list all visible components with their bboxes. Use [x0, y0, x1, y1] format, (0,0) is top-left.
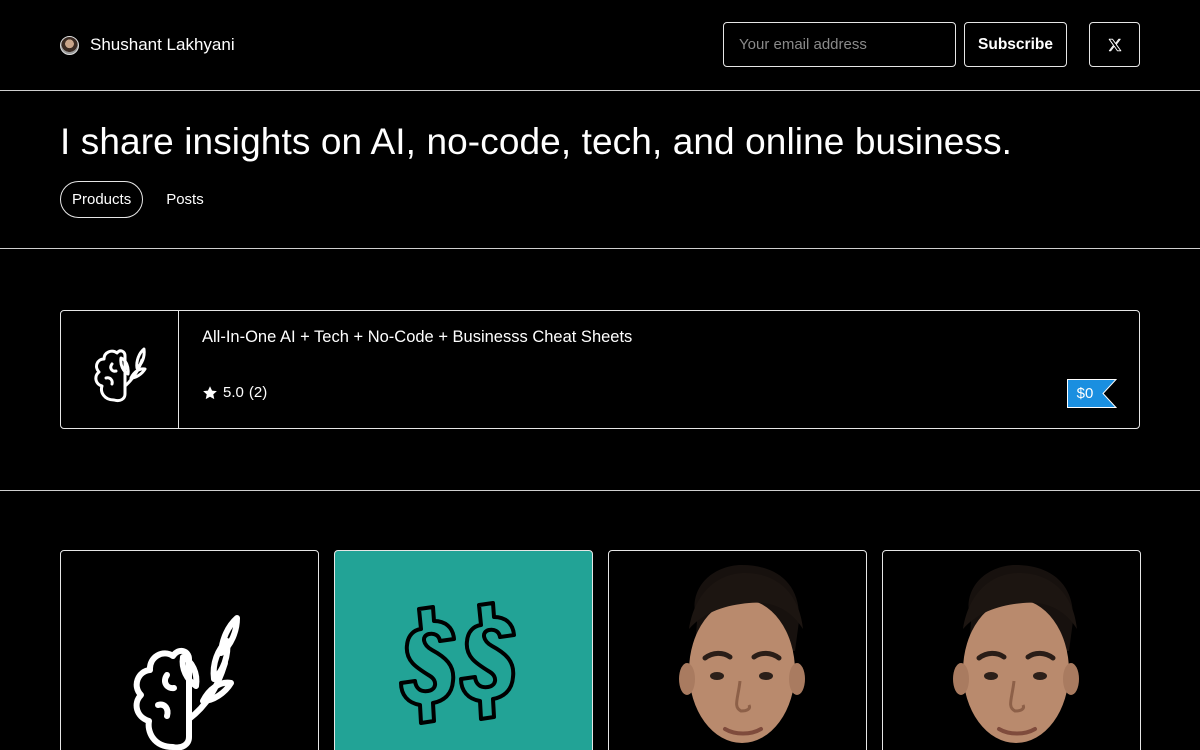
featured-product-title: All-In-One AI + Tech + No-Code + Busines… — [202, 328, 633, 346]
product-card[interactable] — [60, 550, 319, 750]
product-card[interactable] — [608, 550, 867, 750]
product-rating: 5.0 (2) — [202, 384, 267, 401]
brain-leaf-icon — [93, 347, 146, 402]
author-brand[interactable]: Shushant Lakhyani — [60, 34, 235, 56]
avatar — [60, 35, 79, 55]
portrait-photo — [953, 564, 1079, 743]
subscribe-button[interactable]: Subscribe — [964, 22, 1067, 67]
star-icon — [203, 385, 217, 399]
hero-section: I share insights on AI, no-code, tech, a… — [0, 91, 1200, 249]
price-label: $0 — [1076, 385, 1094, 402]
price-badge: $0 — [1067, 379, 1117, 408]
featured-product-card[interactable]: All-In-One AI + Tech + No-Code + Busines… — [60, 310, 1140, 429]
tab-posts[interactable]: Posts — [155, 181, 215, 218]
product-card[interactable] — [334, 550, 593, 750]
featured-thumbnail — [61, 311, 179, 428]
tab-products[interactable]: Products — [60, 181, 144, 218]
site-header: Shushant Lakhyani Subscribe — [0, 0, 1200, 91]
page-headline: I share insights on AI, no-code, tech, a… — [60, 121, 1013, 162]
dollar-sign-icon — [399, 601, 516, 725]
rating-count: (2) — [248, 384, 268, 401]
x-logo-icon — [1108, 38, 1121, 51]
x-social-button[interactable] — [1089, 22, 1140, 67]
featured-section: All-In-One AI + Tech + No-Code + Busines… — [0, 249, 1200, 491]
email-input[interactable] — [723, 22, 956, 67]
product-card[interactable] — [882, 550, 1141, 750]
portrait-photo — [679, 564, 805, 743]
brain-leaf-icon — [133, 615, 240, 750]
author-name: Shushant Lakhyani — [90, 35, 235, 54]
content-tabs: Products Posts — [60, 181, 215, 218]
rating-value: 5.0 — [223, 384, 244, 401]
